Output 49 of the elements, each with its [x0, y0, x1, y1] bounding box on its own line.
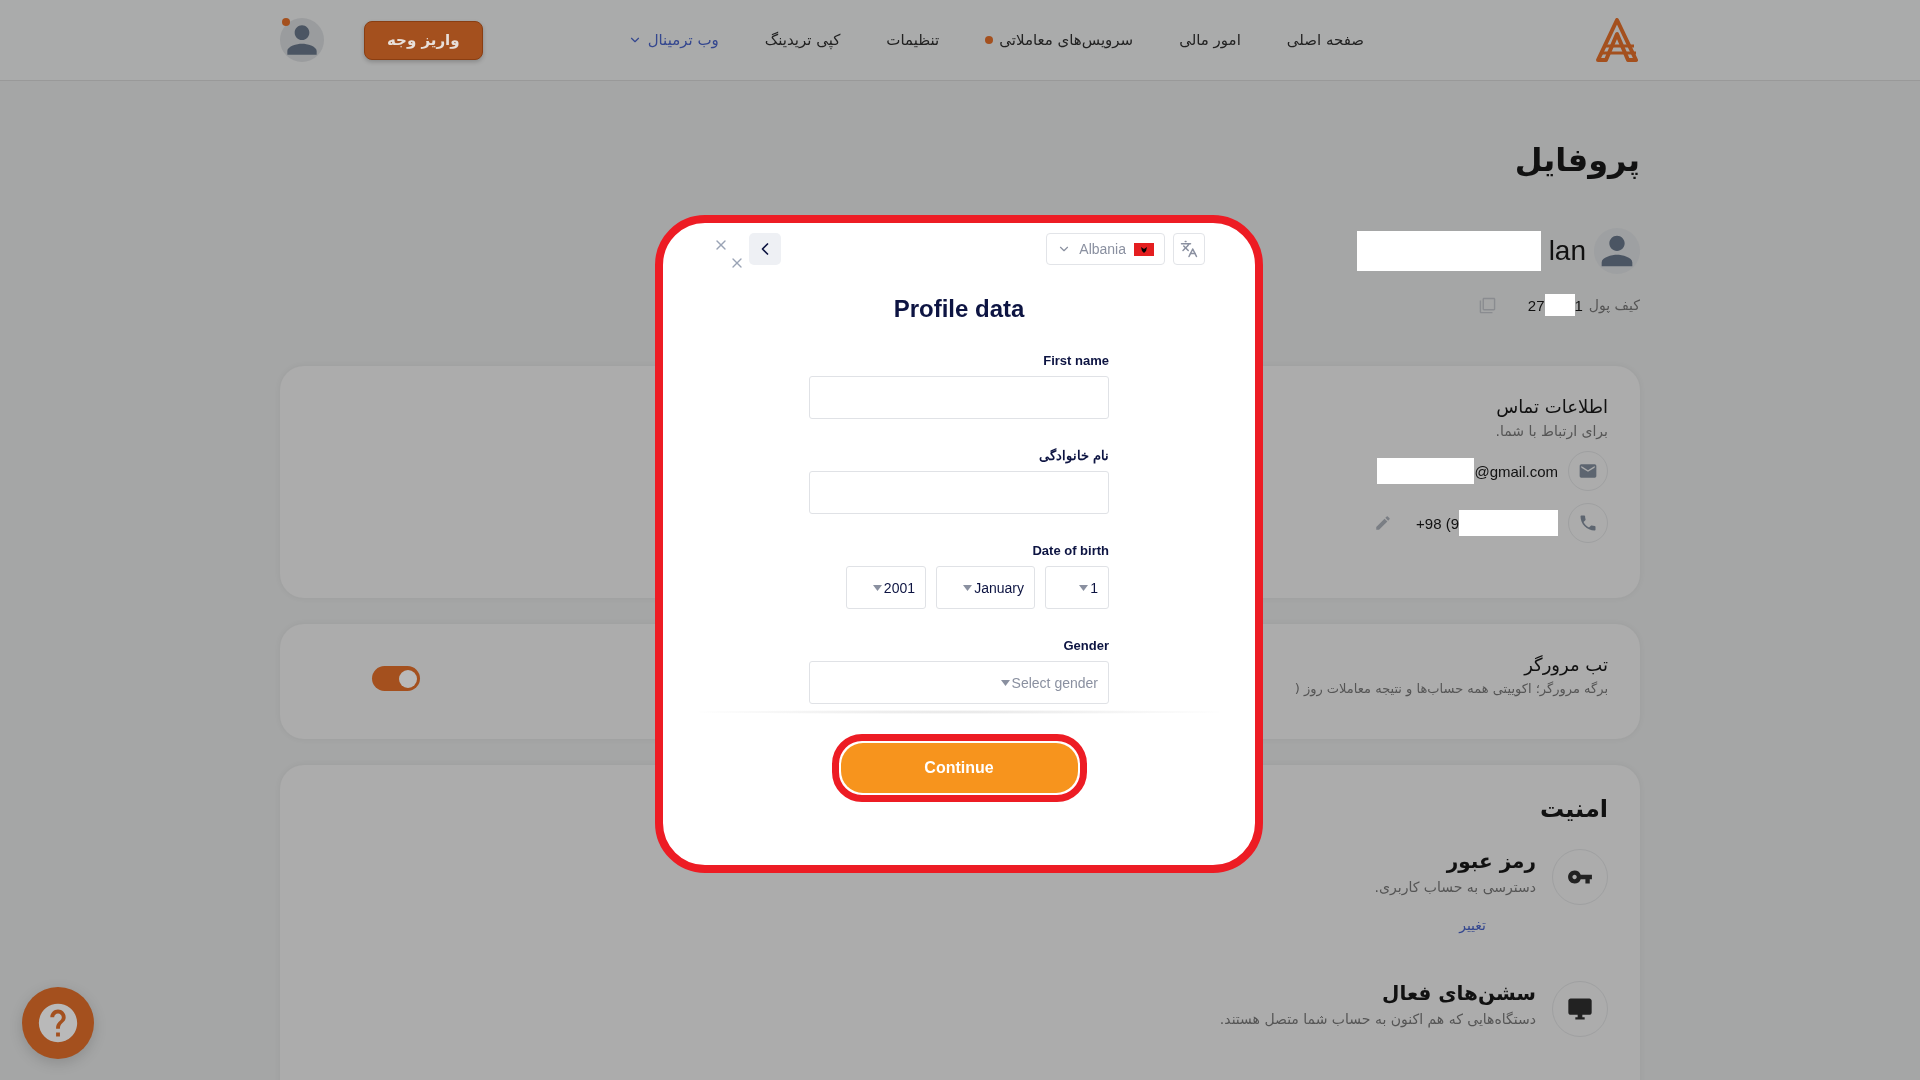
card-subtitle: برای ارتباط با شما. [1495, 423, 1608, 439]
caret-icon [963, 584, 973, 591]
field-label: Gender [1063, 638, 1109, 653]
dialog-title: Profile data [893, 295, 1025, 323]
wallet-label: کیف پول [1588, 297, 1640, 313]
field-label: First name [1043, 353, 1109, 368]
redaction-block [1544, 294, 1575, 316]
section-description: دستگاه‌هایی که هم اکنون به حساب شما متصل هستند. [1219, 1011, 1536, 1027]
date-select[interactable]: January [936, 566, 1035, 609]
card-title: اطلاعات تماس [1496, 396, 1608, 417]
wallet-number: 1 [1574, 296, 1583, 314]
toggle-switch[interactable] [372, 666, 420, 691]
date-select[interactable]: 2001 [846, 566, 926, 609]
caret-icon [1000, 679, 1010, 686]
input-field[interactable] [809, 376, 1109, 419]
field-label: نام خانوادگی [1039, 448, 1109, 463]
nav-link[interactable]: وب ترمینال [627, 31, 719, 49]
card-description: برگه مرورگر؛ اکوییتی همه حساب‌ها و نتیجه معاملات روز ( [1294, 681, 1608, 696]
user-icon [1594, 228, 1640, 274]
nav-link[interactable]: کپی تریدینگ [764, 31, 841, 49]
phone-text: +98 (9 [1416, 514, 1459, 532]
user-name: lan [1548, 235, 1586, 267]
section-description: دسترسی به حساب کاربری. [1374, 879, 1536, 895]
email-text: @gmail.com [1474, 462, 1558, 480]
caret-icon [872, 584, 882, 591]
change-link[interactable]: تغییر [1374, 917, 1486, 933]
copy-icon[interactable] [1478, 296, 1496, 314]
card-title: تب مرورگر [1524, 654, 1608, 675]
input-field[interactable] [809, 471, 1109, 514]
field-label: Date of birth [1032, 543, 1109, 558]
card-title: امنیت [1539, 795, 1608, 823]
nav-link[interactable]: سرویس‌های معاملاتی [985, 31, 1134, 49]
translate-icon [1180, 240, 1198, 258]
flag-icon [1134, 242, 1154, 256]
nav-link[interactable]: صفحه اصلی [1286, 31, 1364, 49]
date-select[interactable]: 1 [1045, 566, 1109, 609]
section-title: رمز عبور [1445, 849, 1536, 873]
deposit-button[interactable]: واریز وجه [364, 20, 483, 60]
logo-icon[interactable] [1594, 18, 1640, 62]
page-title: پروفایل [1513, 141, 1640, 179]
translate-button[interactable] [1173, 233, 1205, 265]
wallet-number: 27 [1527, 296, 1545, 314]
nav-link[interactable]: تنظیمات [886, 31, 940, 49]
back-button[interactable] [749, 233, 781, 265]
avatar-icon[interactable] [280, 18, 324, 62]
nav-link[interactable]: امور مالی [1179, 31, 1241, 49]
caret-icon [1079, 584, 1089, 591]
edit-icon[interactable] [1374, 514, 1393, 532]
section-title: سشن‌های فعال [1381, 981, 1536, 1005]
